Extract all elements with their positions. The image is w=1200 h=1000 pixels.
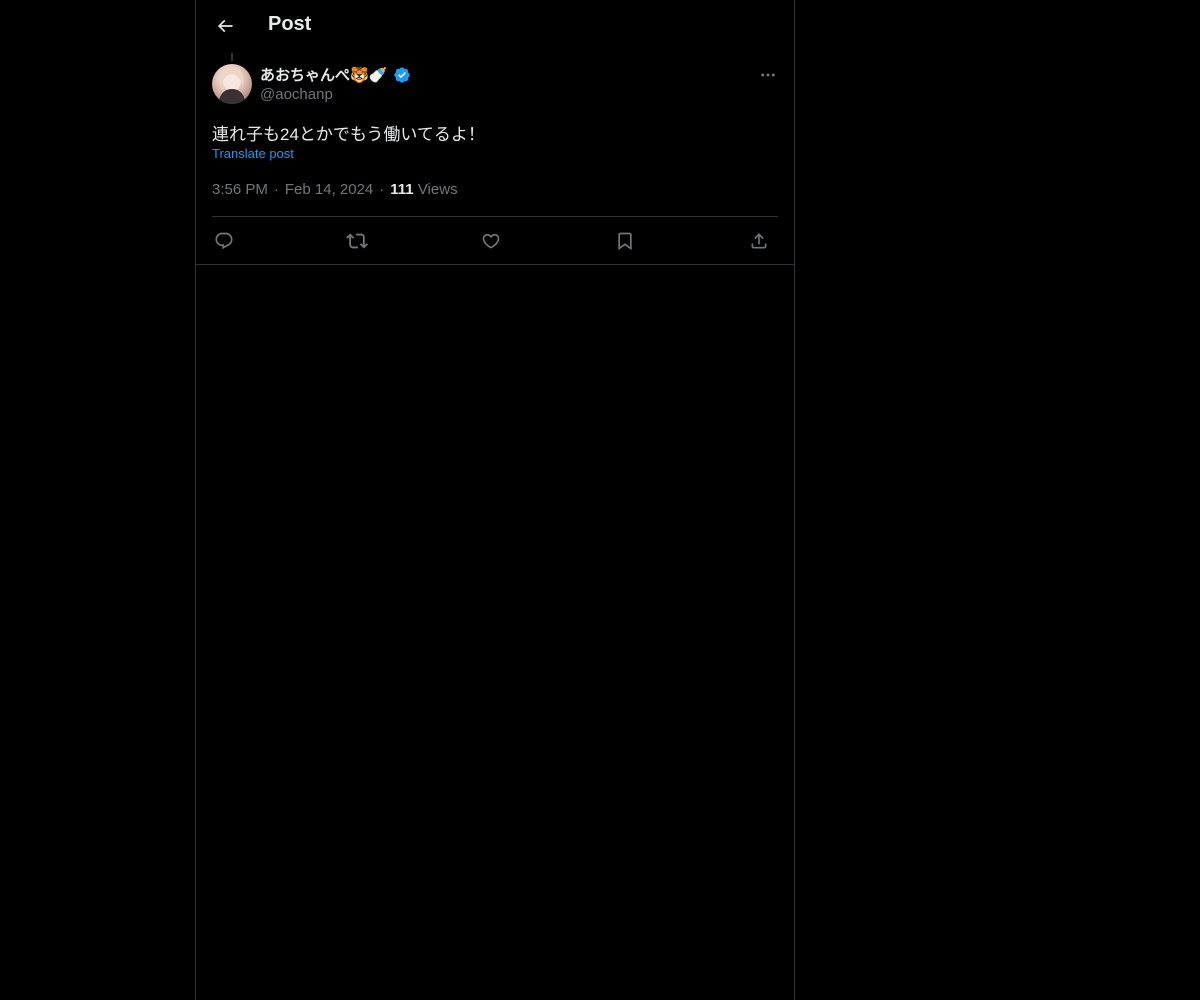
more-options-button[interactable] — [756, 63, 780, 87]
post-date[interactable]: Feb 14, 2024 — [285, 181, 373, 198]
translate-post-link[interactable]: Translate post — [212, 146, 294, 161]
avatar[interactable] — [212, 64, 252, 104]
page-header: Post — [196, 0, 794, 53]
reply-button[interactable] — [212, 229, 236, 253]
heart-icon — [481, 231, 501, 251]
reply-icon — [214, 231, 234, 251]
author-handle[interactable]: @aochanp — [260, 86, 333, 103]
verified-badge-icon — [393, 66, 411, 84]
post-metadata: 3:56 PM · Feb 14, 2024 · 111 Views — [212, 181, 458, 198]
page-title: Post — [268, 13, 312, 35]
bookmark-button[interactable] — [613, 229, 637, 253]
like-button[interactable] — [479, 229, 503, 253]
repost-icon — [346, 230, 368, 252]
author-name[interactable]: あおちゃんぺ🐯🍼 — [260, 64, 411, 85]
bookmark-icon — [615, 231, 635, 251]
post-text: 連れ子も24とかでもう働いてるよ！ — [212, 125, 485, 144]
author-display-name: あおちゃんぺ🐯🍼 — [260, 67, 388, 84]
views-count: 111 — [390, 181, 414, 198]
back-button[interactable] — [208, 9, 242, 43]
share-button[interactable] — [747, 229, 771, 253]
post-time[interactable]: 3:56 PM — [212, 181, 268, 198]
repost-button[interactable] — [345, 229, 369, 253]
more-horizontal-icon — [759, 66, 777, 84]
share-icon — [749, 231, 769, 251]
meta-separator: · — [273, 181, 279, 198]
meta-separator: · — [379, 181, 385, 198]
arrow-left-icon — [215, 16, 235, 36]
primary-column: Post あおちゃんぺ🐯🍼 @aochanp 連れ子も24とかでもう働いてるよ！… — [195, 0, 795, 1000]
post-bottom-border — [196, 264, 794, 265]
thread-connector-line — [231, 53, 233, 61]
action-bar — [212, 217, 778, 264]
views-label: Views — [417, 181, 458, 198]
